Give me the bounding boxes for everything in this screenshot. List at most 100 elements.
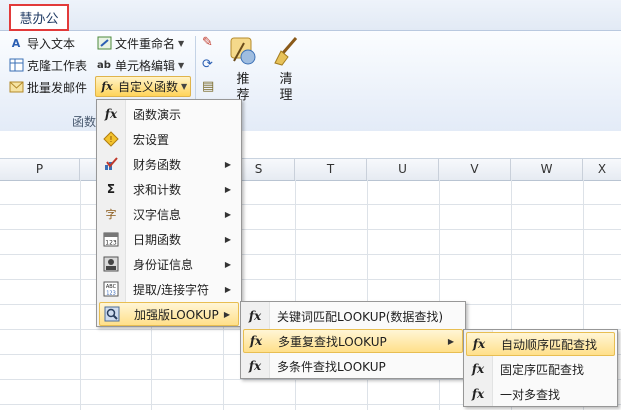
calendar-icon: 123 — [99, 229, 123, 249]
menu-item-enhanced-lookup[interactable]: 加强版LOOKUP ▶ — [99, 302, 239, 326]
import-text-button[interactable]: A 导入文本 — [8, 33, 87, 53]
sigma-icon: Σ — [106, 182, 116, 196]
ribbon-col1: A 导入文本 克隆工作表 批量发邮件 — [8, 33, 87, 97]
custom-function-menu: fx 函数演示 ! 宏设置 财务函数 ▶ Σ 求和计数 ▶ 字 汉字信息 ▶ 1… — [96, 99, 242, 327]
svg-text:ABC: ABC — [106, 284, 117, 290]
fx-icon: fx — [101, 80, 113, 93]
eraser-icon[interactable]: ✎ — [202, 35, 214, 55]
menu-item-keyword-lookup[interactable]: fx 关键词匹配LOOKUP(数据查找) — [243, 304, 463, 328]
ribbon-group-label: 函数 — [72, 115, 97, 129]
clone-sheet-icon — [8, 57, 24, 73]
multi-repeat-submenu: fx 自动顺序匹配查找 fx 固定序匹配查找 fx 一对多查找 — [463, 329, 618, 407]
menu-item-label: 日期函数 — [133, 232, 182, 247]
import-text-icon: A — [11, 36, 21, 50]
menu-item-label: 汉字信息 — [133, 207, 182, 222]
cleanup-button[interactable]: 清 理 — [272, 35, 300, 104]
menu-item-hanzi-info[interactable]: 字 汉字信息 ▶ — [99, 202, 239, 226]
menu-item-sum-count[interactable]: Σ 求和计数 ▶ — [99, 177, 239, 201]
menu-item-label: 多重复查找LOOKUP — [278, 334, 387, 349]
menu-item-one-to-many[interactable]: fx 一对多查找 — [466, 382, 615, 406]
cell-edit-label: 单元格编辑 — [115, 58, 176, 73]
lookup-submenu: fx 关键词匹配LOOKUP(数据查找) fx 多重复查找LOOKUP ▶ fx… — [240, 301, 466, 379]
rename-files-label: 文件重命名 — [115, 36, 176, 51]
menu-item-label: 关键词匹配LOOKUP(数据查找) — [277, 309, 444, 324]
tab-huibangong[interactable]: 慧办公 — [9, 4, 69, 31]
recommend-button[interactable]: 推 荐 — [228, 35, 258, 104]
cleanup-label-bottom: 理 — [279, 88, 293, 103]
cell-edit-icon: ab — [97, 59, 111, 71]
menu-item-finance-functions[interactable]: 财务函数 ▶ — [99, 152, 239, 176]
fx-icon: fx — [104, 107, 118, 121]
column-header[interactable]: X — [583, 159, 621, 180]
fx-icon: fx — [248, 359, 262, 373]
menu-item-function-demo[interactable]: fx 函数演示 — [99, 102, 239, 126]
document-icon[interactable]: ▤ — [202, 79, 214, 99]
hanzi-icon: 字 — [105, 208, 117, 221]
ribbon-tab-strip — [0, 0, 621, 31]
refresh-icon[interactable]: ⟳ — [202, 57, 214, 77]
chevron-right-icon: ▶ — [447, 336, 454, 346]
menu-item-label: 身份证信息 — [133, 257, 194, 272]
chart-check-icon — [99, 154, 123, 174]
custom-function-button[interactable]: fx 自定义函数 ▼ — [95, 76, 192, 97]
column-header[interactable]: P — [0, 159, 80, 180]
clone-sheet-button[interactable]: 克隆工作表 — [8, 55, 87, 75]
clone-sheet-label: 克隆工作表 — [27, 58, 88, 73]
fx-icon: fx — [472, 337, 486, 351]
svg-text:!: ! — [109, 135, 112, 144]
menu-item-label: 宏设置 — [133, 132, 170, 147]
fx-icon: fx — [471, 362, 485, 376]
menu-item-label: 一对多查找 — [500, 387, 561, 402]
svg-text:123: 123 — [106, 291, 116, 297]
cell-edit-button[interactable]: ab 单元格编辑 ▼ — [96, 55, 191, 75]
custom-function-label: 自定义函数 — [118, 80, 179, 94]
chevron-right-icon: ▶ — [224, 284, 231, 294]
menu-item-label: 函数演示 — [133, 107, 182, 122]
formula-bar-area — [0, 131, 621, 159]
column-header[interactable]: T — [295, 159, 367, 180]
menu-item-date-functions[interactable]: 123 日期函数 ▶ — [99, 227, 239, 251]
chevron-right-icon: ▶ — [224, 159, 231, 169]
chevron-down-icon: ▼ — [178, 60, 185, 70]
diamond-icon: ! — [99, 129, 123, 149]
tab-label: 慧办公 — [19, 12, 59, 27]
import-text-label: 导入文本 — [27, 36, 76, 51]
menu-item-label: 求和计数 — [133, 182, 182, 197]
column-header[interactable]: W — [511, 159, 583, 180]
id-card-icon — [99, 254, 123, 274]
chevron-down-icon: ▼ — [181, 82, 188, 91]
chevron-right-icon: ▶ — [224, 259, 231, 269]
menu-item-id-card-info[interactable]: 身份证信息 ▶ — [99, 252, 239, 276]
menu-item-label: 提取/连接字符 — [133, 282, 210, 297]
menu-item-label: 财务函数 — [133, 157, 182, 172]
abc-icon: ABC 123 — [99, 279, 123, 299]
chevron-right-icon: ▶ — [224, 234, 231, 244]
rename-icon — [96, 35, 112, 51]
tools-icon — [228, 35, 258, 72]
lookup-icon — [100, 304, 124, 324]
menu-item-extract-concat[interactable]: ABC 123 提取/连接字符 ▶ — [99, 277, 239, 301]
chevron-right-icon: ▶ — [223, 309, 230, 319]
email-icon — [8, 79, 24, 95]
chevron-right-icon: ▶ — [224, 209, 231, 219]
menu-item-fixed-order-match[interactable]: fx 固定序匹配查找 — [466, 357, 615, 381]
menu-item-label: 多条件查找LOOKUP — [277, 359, 386, 374]
rename-files-button[interactable]: 文件重命名 ▼ — [96, 33, 191, 53]
fx-icon: fx — [248, 309, 262, 323]
menu-item-multi-repeat-lookup[interactable]: fx 多重复查找LOOKUP ▶ — [243, 329, 463, 353]
batch-email-label: 批量发邮件 — [27, 80, 88, 95]
ribbon-col2: 文件重命名 ▼ ab 单元格编辑 ▼ fx 自定义函数 ▼ — [95, 33, 192, 97]
menu-item-auto-order-match[interactable]: fx 自动顺序匹配查找 — [466, 332, 615, 356]
grid-line — [80, 180, 81, 410]
column-header[interactable]: V — [439, 159, 511, 180]
column-header-row: P Q R S T U V W X — [0, 158, 621, 181]
fx-icon: fx — [249, 334, 263, 348]
chevron-down-icon: ▼ — [178, 38, 185, 48]
menu-item-macro-settings[interactable]: ! 宏设置 — [99, 127, 239, 151]
batch-email-button[interactable]: 批量发邮件 — [8, 77, 87, 97]
menu-item-multi-condition-lookup[interactable]: fx 多条件查找LOOKUP — [243, 354, 463, 378]
chevron-right-icon: ▶ — [224, 184, 231, 194]
broom-icon — [272, 35, 300, 72]
column-header[interactable]: U — [367, 159, 439, 180]
menu-item-label: 固定序匹配查找 — [500, 362, 585, 377]
